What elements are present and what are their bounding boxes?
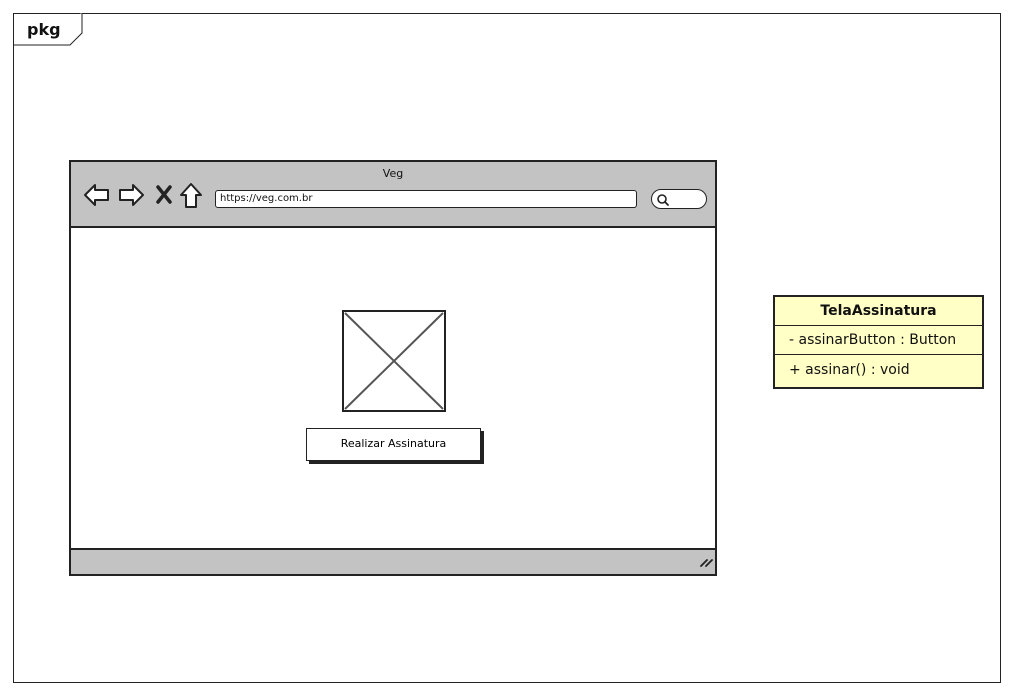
search-icon [657,194,669,206]
url-bar[interactable]: https://veg.com.br [215,190,637,208]
package-label: pkg [27,20,61,39]
uml-attribute: - assinarButton : Button [775,326,982,355]
image-placeholder-icon [342,310,446,412]
browser-toolbar: Veg https://veg.com.br [71,162,715,228]
stop-icon[interactable] [155,182,173,212]
forward-arrow-icon[interactable] [117,182,145,212]
browser-status-bar [71,548,715,574]
uml-class-box: TelaAssinatura - assinarButton : Button … [773,295,984,389]
browser-title: Veg [382,167,404,180]
package-tab: pkg [13,13,83,46]
resize-grip-icon[interactable] [699,553,713,572]
realizar-assinatura-button[interactable]: Realizar Assinatura [306,428,481,461]
browser-content: Realizar Assinatura [71,228,715,550]
uml-class-name: TelaAssinatura [775,297,982,326]
uml-operation: + assinar() : void [789,362,910,378]
search-field[interactable] [651,189,707,209]
home-icon[interactable] [179,182,203,214]
back-arrow-icon[interactable] [83,182,111,212]
browser-window: Veg https://veg.com.br Realizar Assinatu… [69,160,717,576]
